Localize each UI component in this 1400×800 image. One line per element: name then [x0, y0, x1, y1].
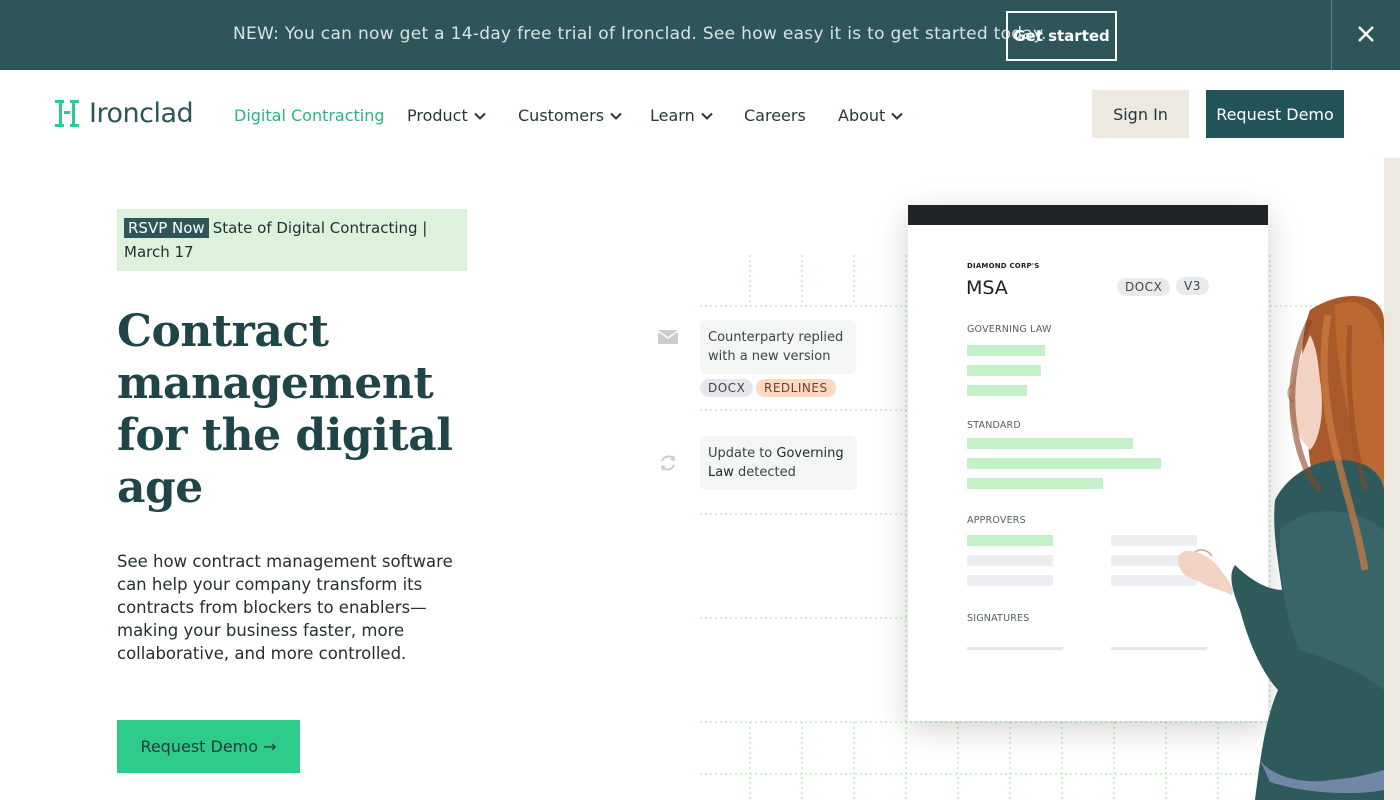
- hero-title-line: Contract: [117, 306, 329, 357]
- sign-in-button[interactable]: Sign In: [1092, 90, 1189, 138]
- nav-learn[interactable]: Learn: [650, 106, 713, 125]
- nav-label: Learn: [650, 106, 695, 125]
- chevron-down-icon: [474, 112, 486, 120]
- redlines-chip: REDLINES: [756, 379, 836, 397]
- section-approvers: APPROVERS: [967, 515, 1026, 526]
- logo-text: Ironclad: [89, 98, 194, 129]
- banner-text: NEW: You can now get a 14-day free trial…: [233, 24, 1047, 44]
- person-illustration: [1178, 296, 1384, 800]
- get-started-button[interactable]: Get started: [1006, 11, 1117, 61]
- close-icon[interactable]: [1352, 20, 1380, 48]
- mail-icon: [657, 330, 679, 344]
- text-bar: [967, 438, 1133, 449]
- banner-divider: [1331, 0, 1332, 70]
- text-bar: [967, 478, 1103, 489]
- event-promo[interactable]: RSVP Now State of Digital Contracting | M…: [117, 209, 467, 271]
- text-bar: [967, 365, 1041, 376]
- notification-suffix: detected: [733, 465, 796, 480]
- rsvp-tag: RSVP Now: [124, 218, 209, 238]
- text-bar: [967, 458, 1161, 469]
- nav-label: About: [838, 106, 886, 125]
- chevron-down-icon: [891, 112, 904, 120]
- section-governing-law: GOVERNING LAW: [967, 324, 1052, 335]
- section-signatures: SIGNATURES: [967, 613, 1030, 624]
- sync-icon: [661, 455, 675, 471]
- main-nav: Ironclad Digital Contracting Product Cus…: [0, 70, 1400, 158]
- hero-request-demo-button[interactable]: Request Demo →: [117, 720, 300, 773]
- nav-product[interactable]: Product: [407, 106, 486, 125]
- chevron-down-icon: [610, 112, 622, 120]
- nav-label: Product: [407, 106, 468, 125]
- notification-prefix: Update to: [708, 446, 777, 461]
- hero-title: Contract management for the digital age: [117, 306, 517, 514]
- nav-about[interactable]: About: [838, 106, 904, 125]
- section-standard: STANDARD: [967, 420, 1021, 431]
- docx-chip: DOCX: [700, 379, 754, 397]
- nav-label: Digital Contracting: [234, 106, 385, 125]
- signature-line: [967, 647, 1063, 650]
- document-header-bar: [908, 205, 1268, 225]
- hero-title-line: age: [117, 462, 203, 513]
- hero-title-line: for the digital: [117, 410, 453, 461]
- nav-digital-contracting[interactable]: Digital Contracting: [234, 106, 385, 125]
- text-bar: [967, 345, 1045, 356]
- hero-description: See how contract management software can…: [117, 552, 453, 663]
- approver-bar: [967, 575, 1053, 586]
- announcement-banner: NEW: You can now get a 14-day free trial…: [0, 0, 1400, 70]
- ironclad-logo-icon: [55, 100, 79, 127]
- request-demo-button[interactable]: Request Demo: [1206, 90, 1344, 138]
- logo[interactable]: Ironclad: [55, 98, 194, 129]
- nav-careers[interactable]: Careers: [744, 106, 806, 125]
- page-edge-strip: [1384, 158, 1400, 800]
- hero-title-line: management: [117, 358, 434, 409]
- nav-customers[interactable]: Customers: [518, 106, 622, 125]
- chevron-down-icon: [701, 112, 713, 120]
- nav-label: Customers: [518, 106, 605, 125]
- text-bar: [967, 385, 1027, 396]
- approver-bar: [967, 555, 1053, 566]
- approver-bar: [967, 535, 1053, 546]
- notification-counterparty: Counterparty replied with a new version: [700, 320, 856, 374]
- document-company: DIAMOND CORP'S: [967, 262, 1040, 270]
- notification-update: Update to Governing Law detected: [700, 436, 857, 490]
- nav-label: Careers: [744, 106, 806, 125]
- notification-text: Counterparty replied with a new version: [708, 330, 844, 364]
- document-title: MSA: [966, 277, 1008, 299]
